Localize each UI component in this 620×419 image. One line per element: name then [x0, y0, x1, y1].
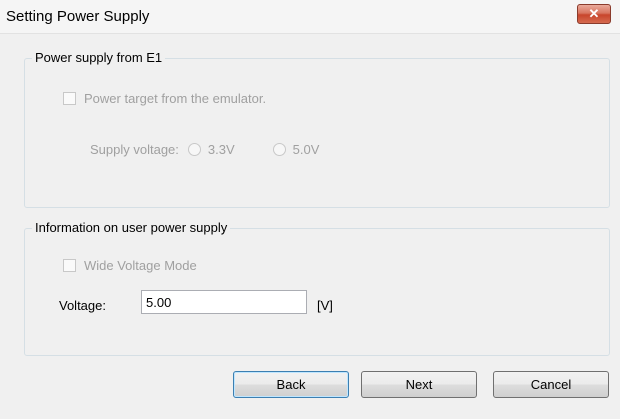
- voltage-input[interactable]: [141, 290, 307, 314]
- group-legend-e1: Power supply from E1: [32, 50, 166, 65]
- power-target-row: Power target from the emulator.: [63, 91, 266, 106]
- next-button[interactable]: Next: [361, 371, 477, 398]
- close-icon: ✕: [588, 6, 600, 21]
- voltage-5v0-label: 5.0V: [292, 142, 320, 157]
- power-supply-e1-group: Power supply from E1 Power target from t…: [24, 50, 610, 208]
- voltage-unit: [V]: [317, 298, 333, 313]
- user-power-supply-group: Information on user power supply Wide Vo…: [24, 220, 610, 356]
- wide-voltage-checkbox[interactable]: [63, 259, 76, 272]
- voltage-5v0-radio[interactable]: [272, 143, 286, 156]
- voltage-3v3-label: 3.3V: [207, 142, 235, 157]
- power-target-label: Power target from the emulator.: [84, 91, 267, 106]
- back-button[interactable]: Back: [233, 371, 349, 398]
- window-title: Setting Power Supply: [6, 8, 150, 25]
- power-target-checkbox[interactable]: [63, 92, 76, 105]
- supply-voltage-row: Supply voltage: 3.3V 5.0V: [90, 142, 319, 157]
- voltage-label: Voltage:: [59, 298, 106, 313]
- voltage-3v3-radio[interactable]: [187, 143, 201, 156]
- wide-voltage-label: Wide Voltage Mode: [84, 258, 197, 273]
- group-legend-user: Information on user power supply: [32, 220, 231, 235]
- close-button[interactable]: ✕: [577, 4, 611, 24]
- supply-voltage-label: Supply voltage:: [90, 142, 179, 157]
- cancel-button[interactable]: Cancel: [493, 371, 609, 398]
- wide-voltage-row: Wide Voltage Mode: [63, 258, 197, 273]
- title-bar: Setting Power Supply ✕: [0, 0, 620, 34]
